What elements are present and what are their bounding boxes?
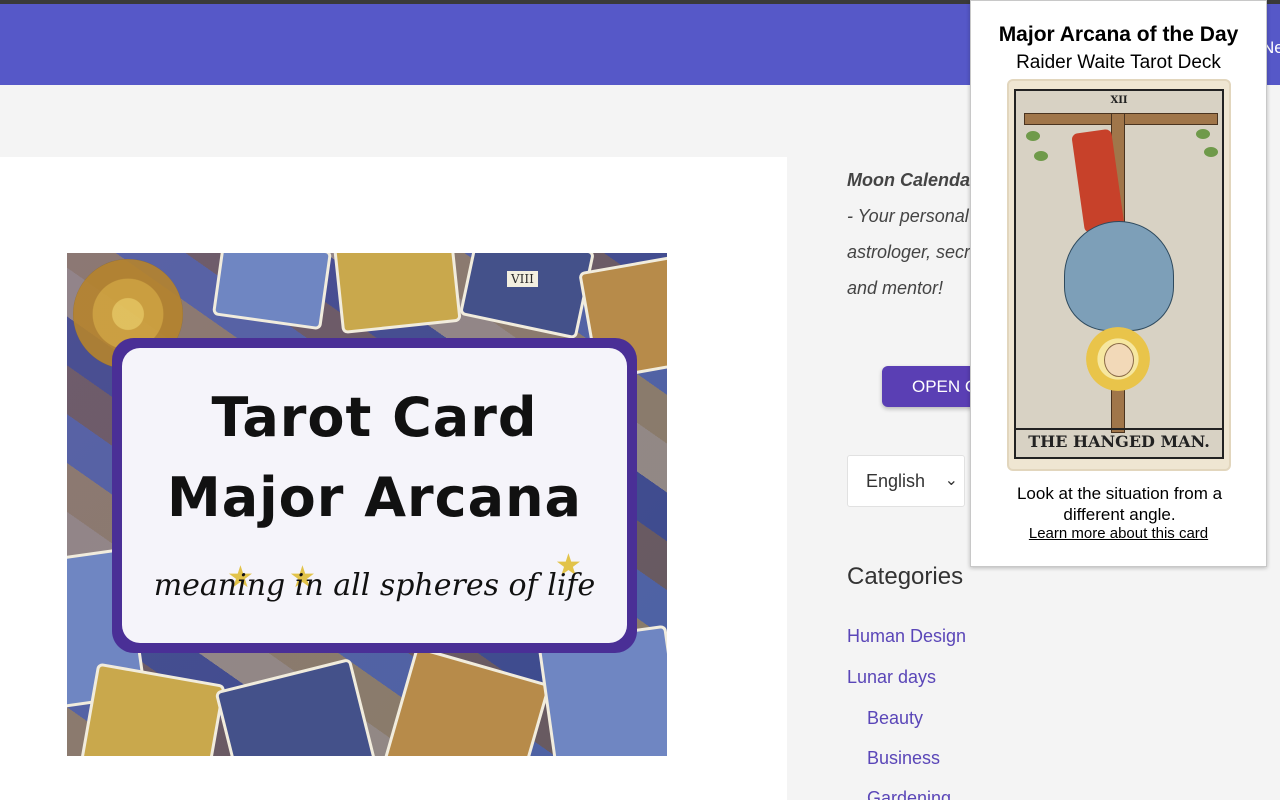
category-link-human-design[interactable]: Human Design bbox=[847, 626, 966, 647]
title-plaque-inner: Tarot Card Major Arcana ★ ★ ★ meaning in… bbox=[122, 348, 627, 643]
tarot-of-the-day-popup: Major Arcana of the Day Raider Waite Tar… bbox=[970, 0, 1267, 567]
promo-line: astrologer, secr bbox=[847, 242, 971, 262]
card-tile bbox=[211, 253, 333, 331]
categories-heading: Categories bbox=[847, 563, 964, 590]
category-link-gardening[interactable]: Gardening bbox=[867, 788, 951, 800]
tarot-card-numeral: XII bbox=[1110, 95, 1128, 106]
leaf-shape bbox=[1196, 129, 1210, 139]
category-link-beauty[interactable]: Beauty bbox=[867, 708, 923, 729]
popup-title: Major Arcana of the Day bbox=[998, 23, 1239, 46]
leaf-shape bbox=[1204, 147, 1218, 157]
promo-title: Moon Calenda bbox=[847, 170, 971, 190]
tarot-card-image: XII THE HANGED MAN. bbox=[1007, 79, 1231, 471]
card-numeral: VIII bbox=[507, 271, 538, 287]
card-tile bbox=[383, 646, 551, 756]
card-tile bbox=[78, 662, 226, 756]
promo-line: - Your personal bbox=[847, 206, 969, 226]
figure-tunic bbox=[1064, 221, 1174, 331]
featured-image: VIII Tarot Card Major Arcana ★ ★ ★ meani… bbox=[67, 253, 667, 756]
learn-more-link[interactable]: Learn more about this card bbox=[971, 525, 1266, 542]
leaf-shape bbox=[1034, 151, 1048, 161]
popup-deck-name: Raider Waite Tarot Deck bbox=[1016, 52, 1221, 73]
tarot-card-frame: XII THE HANGED MAN. bbox=[1014, 89, 1224, 459]
title-plaque: Tarot Card Major Arcana ★ ★ ★ meaning in… bbox=[112, 338, 637, 653]
figure-head bbox=[1104, 343, 1134, 377]
card-tile bbox=[458, 253, 596, 340]
category-link-lunar-days[interactable]: Lunar days bbox=[847, 667, 936, 688]
image-title-line2: Major Arcana bbox=[167, 466, 582, 529]
card-tile bbox=[332, 253, 462, 335]
card-tile bbox=[214, 657, 380, 756]
image-title-line1: Tarot Card bbox=[211, 386, 538, 449]
language-select-value: English bbox=[866, 471, 926, 491]
leaf-shape bbox=[1026, 131, 1040, 141]
tarot-card-name: THE HANGED MAN. bbox=[1016, 428, 1222, 451]
promo-line: and mentor! bbox=[847, 278, 944, 298]
category-link-business[interactable]: Business bbox=[867, 748, 940, 769]
image-subtitle: meaning in all spheres of life bbox=[153, 568, 596, 603]
card-message: Look at the situation from a different a… bbox=[1016, 484, 1223, 524]
language-select[interactable]: English ⌄ bbox=[847, 455, 965, 507]
moon-calendar-promo: Moon Calenda - Your personal astrologer,… bbox=[847, 162, 987, 306]
chevron-down-icon: ⌄ bbox=[944, 472, 958, 489]
